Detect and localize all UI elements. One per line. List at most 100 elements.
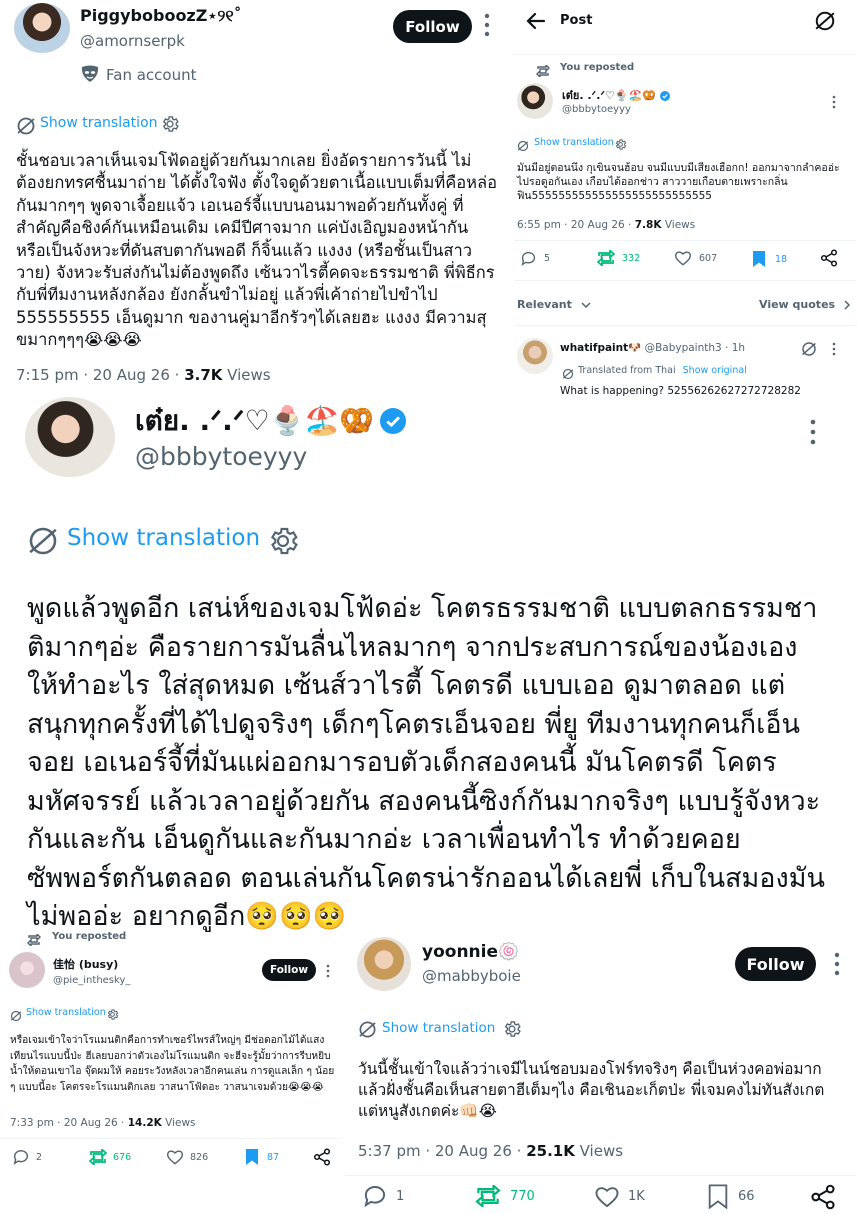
translate-icon (16, 116, 36, 136)
more-options-icon[interactable] (326, 963, 330, 978)
view-quotes-link[interactable]: View quotes (759, 298, 851, 311)
repost-button[interactable]: 332 (596, 250, 640, 266)
reposted-label: You reposted (52, 931, 127, 942)
translate-icon[interactable] (814, 10, 836, 32)
reply-icon (364, 1186, 386, 1208)
translation-note: Translated from Thai Show original (578, 365, 747, 376)
post-meta: 5:37 pm · 20 Aug 26 · 25.1K Views (358, 1142, 623, 1160)
post-meta: 6:55 pm · 20 Aug 26 · 7.8K Views (517, 219, 695, 231)
share-icon[interactable] (820, 249, 838, 267)
repost-icon (596, 250, 616, 266)
divider (0, 1138, 340, 1139)
like-count: 826 (190, 1151, 209, 1163)
user-handle[interactable]: @bbbytoeyyy (135, 442, 307, 471)
show-original-link[interactable]: Show original (683, 365, 747, 376)
bookmark-button[interactable]: 18 (752, 250, 787, 268)
post-time: 7:15 pm · 20 Aug 26 · (16, 366, 185, 384)
share-icon[interactable] (313, 1148, 331, 1166)
gear-icon[interactable] (160, 114, 180, 134)
repost-button[interactable]: 770 (474, 1185, 535, 1207)
post-meta: 7:15 pm · 20 Aug 26 · 3.7K Views (16, 366, 271, 384)
show-translation-link[interactable]: Show translation (40, 115, 158, 131)
gear-icon[interactable] (266, 524, 300, 558)
views-label: Views (574, 1142, 624, 1160)
reposted-label: You reposted (560, 62, 635, 73)
like-count: 1K (628, 1189, 645, 1204)
sort-label: Relevant (517, 298, 572, 311)
display-name[interactable]: เต๋ย. .ᐟ.ᐟ♡🍨🏖️🥨 (562, 86, 670, 104)
views-label: Views (661, 219, 696, 231)
translate-icon[interactable] (801, 341, 817, 357)
like-count: 607 (699, 252, 718, 264)
like-button[interactable]: 826 (166, 1149, 208, 1165)
heart-icon (595, 1187, 619, 1208)
divider (345, 1175, 857, 1176)
reply-count: 2 (36, 1151, 43, 1163)
more-options-icon[interactable] (810, 418, 816, 446)
more-options-icon[interactable] (832, 341, 836, 356)
user-handle[interactable]: @pie_inthesky_ (53, 975, 130, 986)
show-translation-link[interactable]: Show translation (382, 1020, 495, 1036)
reply-button[interactable]: 5 (520, 250, 550, 267)
show-translation-link[interactable]: Show translation (67, 525, 260, 551)
repost-icon (475, 1185, 501, 1207)
share-icon[interactable] (810, 1184, 836, 1210)
bookmark-button[interactable]: 87 (245, 1148, 279, 1166)
post-meta: 7:33 pm · 20 Aug 26 · 14.2K Views (10, 1117, 196, 1129)
more-options-icon[interactable] (832, 94, 836, 109)
views-label: Views (161, 1117, 196, 1129)
view-count: 25.1K (526, 1142, 575, 1160)
avatar[interactable] (517, 83, 553, 119)
follow-button[interactable]: Follow (262, 959, 316, 981)
post-text: มันมีอยู่ตอนนึง กุเขินจนฮ้อบ จนมีแบบมีเส… (517, 162, 840, 202)
user-handle[interactable]: @bbbytoeyyy (562, 104, 631, 115)
avatar[interactable] (14, 3, 70, 53)
reply-button[interactable]: 2 (12, 1148, 42, 1166)
chevron-down-icon (581, 301, 591, 308)
more-options-icon[interactable] (834, 951, 840, 977)
translate-icon (562, 365, 574, 380)
like-button[interactable]: 607 (674, 250, 717, 266)
back-arrow-icon[interactable] (526, 11, 546, 31)
post-time: 6:55 pm · 20 Aug 26 · (517, 219, 635, 231)
display-name[interactable]: เต๋ย. .ᐟ.ᐟ♡🍨🏖️🥨 (135, 399, 407, 443)
fan-account-label: Fan account (106, 66, 197, 84)
gear-icon[interactable] (614, 136, 627, 150)
reply-icon (521, 251, 536, 266)
sort-dropdown[interactable]: Relevant (517, 298, 592, 311)
gear-icon[interactable] (106, 1006, 119, 1020)
follow-button[interactable]: Follow (393, 10, 472, 43)
verified-badge-icon (659, 91, 670, 101)
user-handle[interactable]: @mabbyboie (422, 967, 521, 985)
display-name[interactable]: 佳怡 (busy) (53, 956, 118, 972)
display-name[interactable]: yoonnie🍥 (422, 942, 519, 962)
avatar[interactable] (357, 937, 411, 991)
repost-icon (27, 931, 41, 948)
heart-icon (674, 251, 692, 266)
avatar[interactable] (517, 338, 553, 374)
gear-icon[interactable] (502, 1019, 522, 1039)
more-options-icon[interactable] (484, 12, 494, 42)
reply-icon (13, 1150, 28, 1165)
repost-icon (536, 62, 550, 79)
bookmark-button[interactable]: 66 (708, 1184, 755, 1209)
repost-button[interactable]: 676 (88, 1149, 131, 1165)
view-quotes-label: View quotes (759, 298, 836, 311)
show-translation-link[interactable]: Show translation (534, 137, 614, 148)
show-translation-link[interactable]: Show translation (26, 1007, 106, 1018)
bookmark-count: 66 (738, 1189, 755, 1204)
post-text: พูดแล้วพูดอีก เสน่ห์ของเจมโฟ้ดอ่ะ โคตรธร… (27, 593, 825, 932)
repost-count: 332 (622, 252, 641, 264)
verified-badge-icon (380, 408, 407, 434)
avatar[interactable] (25, 397, 115, 477)
divider (514, 325, 857, 326)
reply-author[interactable]: whatifpaint🐶 @Babypainth3 · 1h (560, 341, 745, 354)
follow-button[interactable]: Follow (735, 947, 816, 981)
like-button[interactable]: 1K (594, 1185, 645, 1208)
bookmark-icon (708, 1184, 728, 1209)
bookmark-count: 18 (775, 253, 788, 265)
reply-button[interactable]: 1 (362, 1183, 404, 1209)
user-handle[interactable]: @amornserpk (80, 32, 185, 50)
avatar[interactable] (9, 952, 45, 988)
display-name[interactable]: PiggyboboozZ⋆୨୧˚ (80, 6, 242, 26)
